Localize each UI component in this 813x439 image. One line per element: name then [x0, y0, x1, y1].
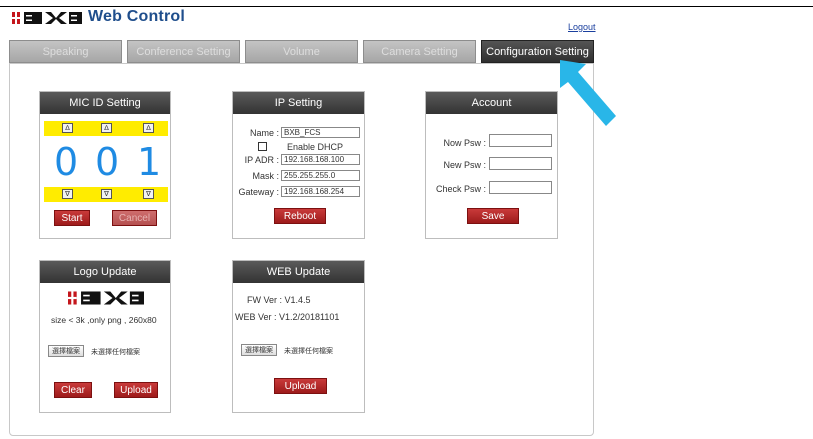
digit2-up-button[interactable]: ∆ — [101, 123, 112, 133]
gateway-field[interactable] — [281, 186, 360, 197]
pointer-arrow-icon — [558, 58, 618, 130]
tab-conference-setting[interactable]: Conference Setting — [127, 40, 240, 63]
mic-digit-2: 0 — [95, 140, 120, 184]
web-file-status: 未選擇任何檔案 — [284, 348, 333, 355]
fw-version: FW Ver : V1.4.5 — [247, 295, 311, 305]
save-button[interactable]: Save — [467, 208, 519, 224]
new-psw-label: New Psw : — [443, 160, 486, 170]
mic-id-panel: MIC ID Setting ∆ ∆ ∆ 0 0 1 ∇ ∇ ∇ Start C… — [39, 91, 171, 239]
tab-volume[interactable]: Volume — [245, 40, 358, 63]
logo-choose-file-button[interactable]: 選擇檔案 — [48, 345, 84, 357]
dhcp-checkbox[interactable] — [258, 142, 267, 151]
logo-size-hint: size < 3k ,only png , 260x80 — [51, 315, 157, 325]
account-title: Account — [426, 92, 557, 114]
mic-id-title: MIC ID Setting — [40, 92, 170, 114]
gateway-label: Gateway : — [238, 187, 279, 197]
brand: Web Control — [12, 8, 185, 26]
name-field[interactable] — [281, 127, 360, 138]
logo-update-title: Logo Update — [40, 261, 170, 283]
mask-field[interactable] — [281, 170, 360, 181]
header-rule — [0, 6, 813, 7]
brand-title: Web Control — [88, 8, 186, 25]
down-bar: ∇ ∇ ∇ — [44, 187, 168, 202]
check-psw-field[interactable] — [489, 181, 552, 194]
digit2-down-button[interactable]: ∇ — [101, 189, 112, 199]
logo-update-panel: Logo Update size < 3k ,only png , 260x80… — [39, 260, 171, 413]
mic-digit-1: 0 — [54, 140, 79, 184]
logo-upload-button[interactable]: Upload — [114, 382, 158, 398]
ip-field[interactable] — [281, 154, 360, 165]
logout-link[interactable]: Logout — [568, 22, 596, 32]
bxb-logo-preview — [68, 289, 144, 312]
digit3-down-button[interactable]: ∇ — [143, 189, 154, 199]
logo-file-status: 未選擇任何檔案 — [91, 349, 140, 356]
cancel-button[interactable]: Cancel — [112, 210, 157, 226]
clear-button[interactable]: Clear — [54, 382, 92, 398]
mic-digit-3: 1 — [137, 140, 162, 184]
reboot-button[interactable]: Reboot — [274, 208, 326, 224]
digit1-up-button[interactable]: ∆ — [62, 123, 73, 133]
ip-label: IP ADR : — [244, 155, 279, 165]
ip-setting-panel: IP Setting Name : Enable DHCP IP ADR : M… — [232, 91, 365, 239]
digit1-down-button[interactable]: ∇ — [62, 189, 73, 199]
tab-speaking[interactable]: Speaking — [9, 40, 122, 63]
dhcp-label: Enable DHCP — [287, 142, 344, 152]
web-choose-file-button[interactable]: 選擇檔案 — [241, 344, 277, 356]
web-update-panel: WEB Update FW Ver : V1.4.5 WEB Ver : V1.… — [232, 260, 365, 413]
name-label: Name : — [249, 128, 279, 138]
mask-label: Mask : — [252, 171, 279, 181]
check-psw-label: Check Psw : — [435, 184, 486, 194]
bxb-logo — [12, 10, 82, 24]
digit3-up-button[interactable]: ∆ — [143, 123, 154, 133]
tab-camera-setting[interactable]: Camera Setting — [363, 40, 476, 63]
account-panel: Account Now Psw : New Psw : Check Psw : … — [425, 91, 558, 239]
now-psw-label: Now Psw : — [443, 138, 486, 148]
up-bar: ∆ ∆ ∆ — [44, 121, 168, 136]
web-upload-button[interactable]: Upload — [274, 378, 327, 394]
ip-setting-title: IP Setting — [233, 92, 364, 114]
new-psw-field[interactable] — [489, 157, 552, 170]
web-version: WEB Ver : V1.2/20181101 — [235, 312, 340, 322]
now-psw-field[interactable] — [489, 134, 552, 147]
start-button[interactable]: Start — [54, 210, 90, 226]
web-update-title: WEB Update — [233, 261, 364, 283]
